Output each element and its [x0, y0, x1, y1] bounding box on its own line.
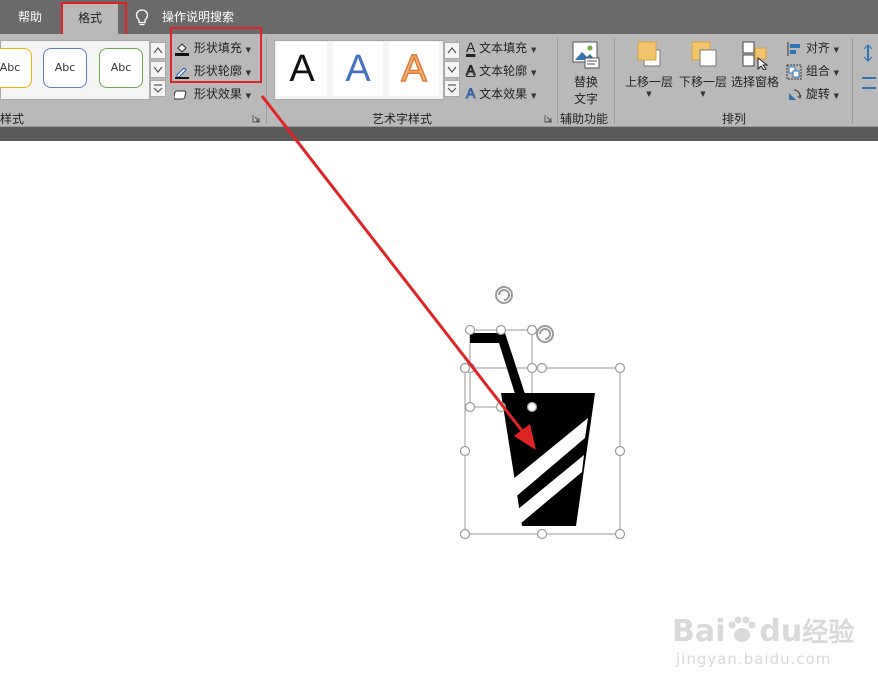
baidu-watermark-logo: Bai du经验 [672, 612, 854, 649]
annotation-arrow [260, 95, 536, 450]
paw-icon [728, 616, 756, 642]
watermark-jingyan: 经验 [802, 618, 855, 648]
watermark-url: jingyan.baidu.com [676, 650, 832, 668]
rotate-handle-icon[interactable] [495, 286, 513, 304]
watermark-brand-du: du [759, 614, 803, 649]
watermark-brand: Bai [672, 614, 726, 649]
slide-canvas [260, 95, 626, 540]
rotate-handle-icon[interactable] [536, 325, 554, 343]
